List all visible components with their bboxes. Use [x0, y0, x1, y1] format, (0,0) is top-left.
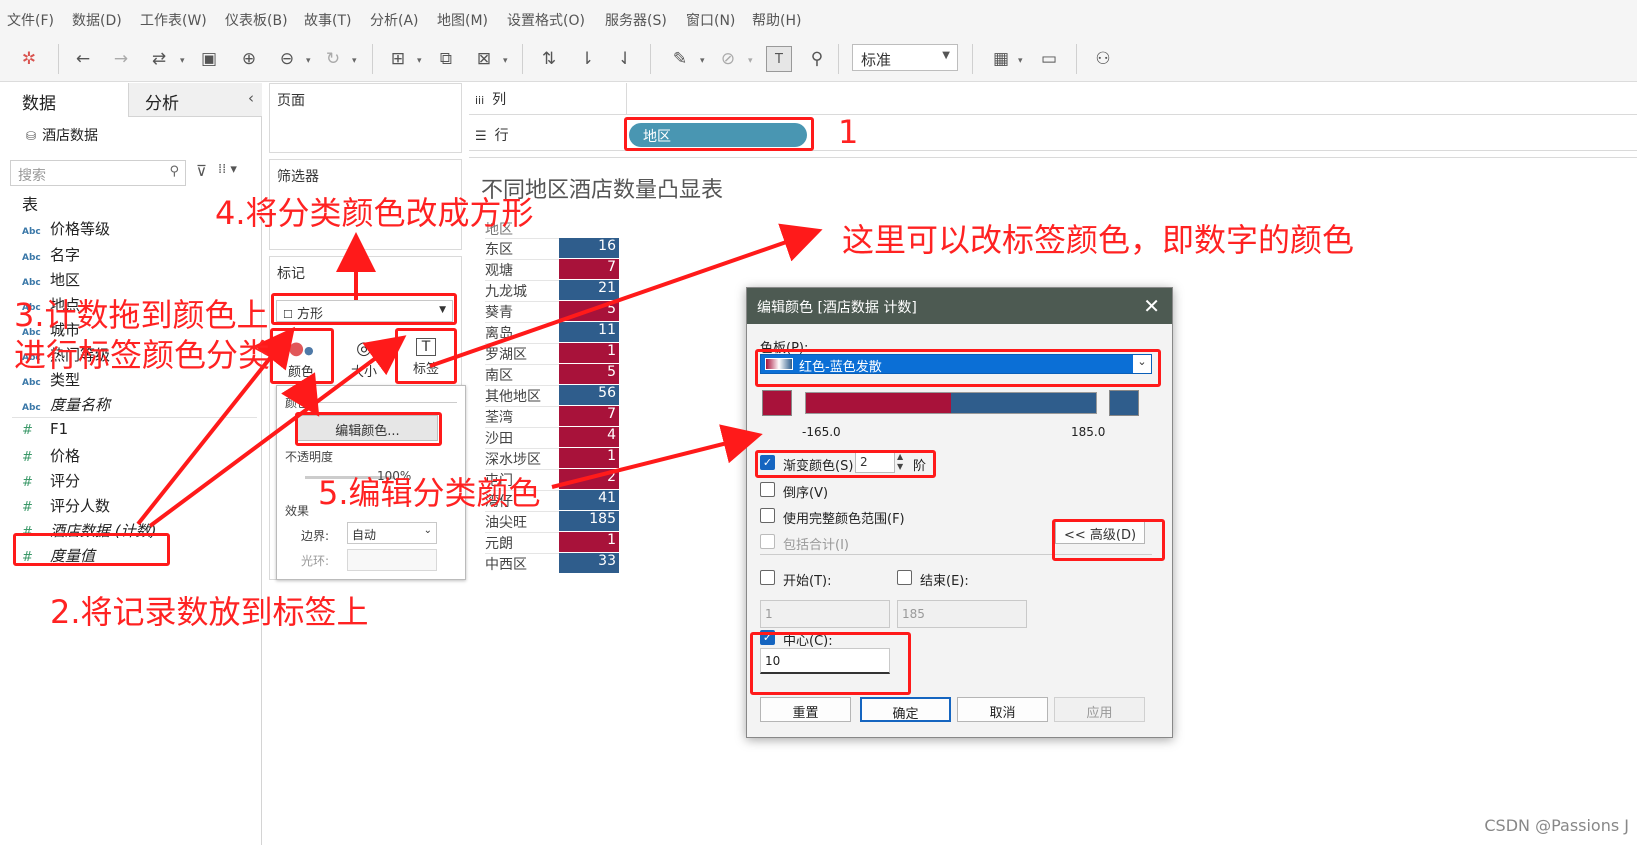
annotation-4: 4.将分类颜色改成方形	[215, 194, 534, 232]
watermark: CSDN @Passions J	[1484, 816, 1629, 835]
arrow-to-dialog	[551, 424, 763, 489]
annotation-2: 2.将记录数放到标签上	[50, 593, 369, 631]
arrow-label-note	[429, 223, 823, 368]
annotation-3b: 进行标签颜色分类	[14, 336, 271, 374]
annotation-1: 1	[838, 113, 859, 151]
annotation-6: 这里可以改标签颜色，即数字的颜色	[842, 221, 1355, 259]
annotation-arrows	[136, 223, 823, 528]
annotation-5: 5.编辑分类颜色	[318, 474, 541, 512]
